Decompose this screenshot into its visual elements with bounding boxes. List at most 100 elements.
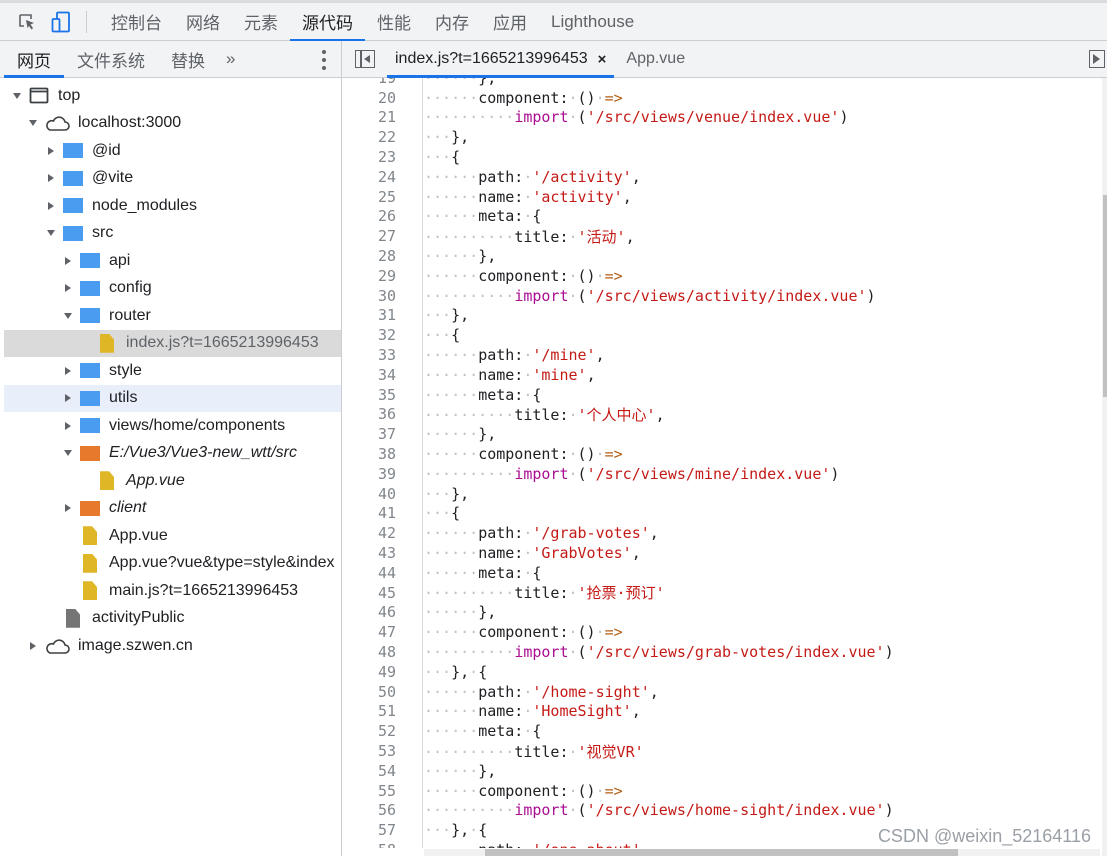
line-number[interactable]: 21 [342,108,396,126]
collapsed-arrow-icon[interactable] [44,199,58,213]
line-number[interactable]: 47 [342,623,396,641]
close-tab-icon[interactable]: × [598,51,607,68]
line-number[interactable]: 54 [342,762,396,780]
line-number[interactable]: 43 [342,544,396,562]
line-number[interactable]: 33 [342,346,396,364]
expanded-arrow-icon[interactable] [61,309,75,323]
tree-item[interactable]: node_modules [4,192,341,220]
tree-item[interactable]: main.js?t=1665213996453 [4,577,341,605]
tree-item[interactable]: config [4,275,341,303]
expanded-arrow-icon[interactable] [44,226,58,240]
line-number[interactable]: 53 [342,742,396,760]
tab-0[interactable]: 控制台 [99,3,174,41]
tree-item[interactable]: @id [4,137,341,165]
editor-tab-app-vue[interactable]: App.vue [618,41,693,77]
line-number[interactable]: 44 [342,564,396,582]
line-number[interactable]: 40 [342,485,396,503]
line-number[interactable]: 24 [342,168,396,186]
expanded-arrow-icon[interactable] [26,116,40,130]
tree-item[interactable]: router [4,302,341,330]
tree-item[interactable]: index.js?t=1665213996453 [4,329,341,357]
toggle-navigator-icon[interactable] [355,50,375,68]
tab-1[interactable]: 网络 [174,3,232,41]
code-editor[interactable]: 19 ······}, 20 ······component:·()·=> 21 ····… [342,78,1102,848]
navigator-tab-0[interactable]: 网页 [4,41,64,78]
tab-3[interactable]: 源代码 [290,3,365,42]
element-picker-icon[interactable] [16,11,38,33]
tree-item[interactable]: client [4,495,341,523]
vertical-scroll-thumb[interactable] [1103,194,1107,397]
tab-7[interactable]: Lighthouse [539,3,646,41]
collapsed-arrow-icon[interactable] [44,144,58,158]
line-number[interactable]: 48 [342,643,396,661]
toggle-debugger-icon[interactable] [1089,50,1105,68]
collapsed-arrow-icon[interactable] [61,281,75,295]
vertical-scrollbar[interactable] [1102,78,1107,856]
tree-item[interactable]: E:/Vue3/Vue3-new_wtt/src [4,440,341,468]
editor-tab-index-js[interactable]: index.js?t=1665213996453 × [387,41,615,78]
tab-2[interactable]: 元素 [232,3,290,41]
navigator-tab-1[interactable]: 文件系统 [64,41,158,77]
line-number[interactable]: 50 [342,683,396,701]
expanded-arrow-icon[interactable] [10,89,24,103]
line-number[interactable]: 20 [342,89,396,107]
collapsed-arrow-icon[interactable] [44,171,58,185]
line-number[interactable]: 37 [342,425,396,443]
device-toolbar-icon[interactable] [50,11,72,33]
line-number[interactable]: 58 [342,841,396,848]
collapsed-arrow-icon[interactable] [61,391,75,405]
tree-item[interactable]: image.szwen.cn [4,632,341,660]
line-number[interactable]: 30 [342,287,396,305]
line-number[interactable]: 57 [342,821,396,839]
line-number[interactable]: 32 [342,326,396,344]
tree-item[interactable]: App.vue?vue&type=style&index [4,550,341,578]
collapsed-arrow-icon[interactable] [61,419,75,433]
line-number[interactable]: 41 [342,504,396,522]
tree-item[interactable]: App.vue [4,467,341,495]
tree-item[interactable]: api [4,247,341,275]
line-number[interactable]: 52 [342,722,396,740]
line-number[interactable]: 45 [342,584,396,602]
line-number[interactable]: 22 [342,128,396,146]
expanded-arrow-icon[interactable] [61,446,75,460]
collapsed-arrow-icon[interactable] [26,639,40,653]
tab-6[interactable]: 应用 [481,3,539,41]
line-number[interactable]: 49 [342,663,396,681]
line-number[interactable]: 42 [342,524,396,542]
tree-item[interactable]: localhost:3000 [4,110,341,138]
line-number[interactable]: 35 [342,386,396,404]
more-options-icon[interactable] [321,50,327,70]
collapsed-arrow-icon[interactable] [61,254,75,268]
line-number[interactable]: 25 [342,188,396,206]
line-number[interactable]: 38 [342,445,396,463]
line-number[interactable]: 46 [342,603,396,621]
line-number[interactable]: 29 [342,267,396,285]
line-number[interactable]: 34 [342,366,396,384]
horizontal-scroll-thumb[interactable] [484,849,959,856]
tab-4[interactable]: 性能 [365,3,423,41]
line-number[interactable]: 31 [342,306,396,324]
tab-5[interactable]: 内存 [423,3,481,41]
line-number[interactable]: 26 [342,207,396,225]
tree-item[interactable]: App.vue [4,522,341,550]
horizontal-scrollbar[interactable] [424,849,1100,856]
collapsed-arrow-icon[interactable] [61,501,75,515]
line-number[interactable]: 55 [342,782,396,800]
collapsed-arrow-icon[interactable] [61,364,75,378]
line-number[interactable]: 19 [342,78,396,87]
line-number[interactable]: 27 [342,227,396,245]
tree-item[interactable]: src [4,220,341,248]
line-number[interactable]: 36 [342,405,396,423]
line-number[interactable]: 51 [342,702,396,720]
tree-item[interactable]: activityPublic [4,605,341,633]
tree-item[interactable]: utils [4,384,341,412]
line-number[interactable]: 39 [342,465,396,483]
more-tabs-button[interactable]: » [218,49,243,69]
tree-item[interactable]: style [4,357,341,385]
line-number[interactable]: 56 [342,801,396,819]
tree-item[interactable]: top [4,82,341,110]
line-number[interactable]: 28 [342,247,396,265]
navigator-tab-2[interactable]: 替换 [158,41,218,77]
tree-item[interactable]: @vite [4,165,341,193]
line-number[interactable]: 23 [342,148,396,166]
